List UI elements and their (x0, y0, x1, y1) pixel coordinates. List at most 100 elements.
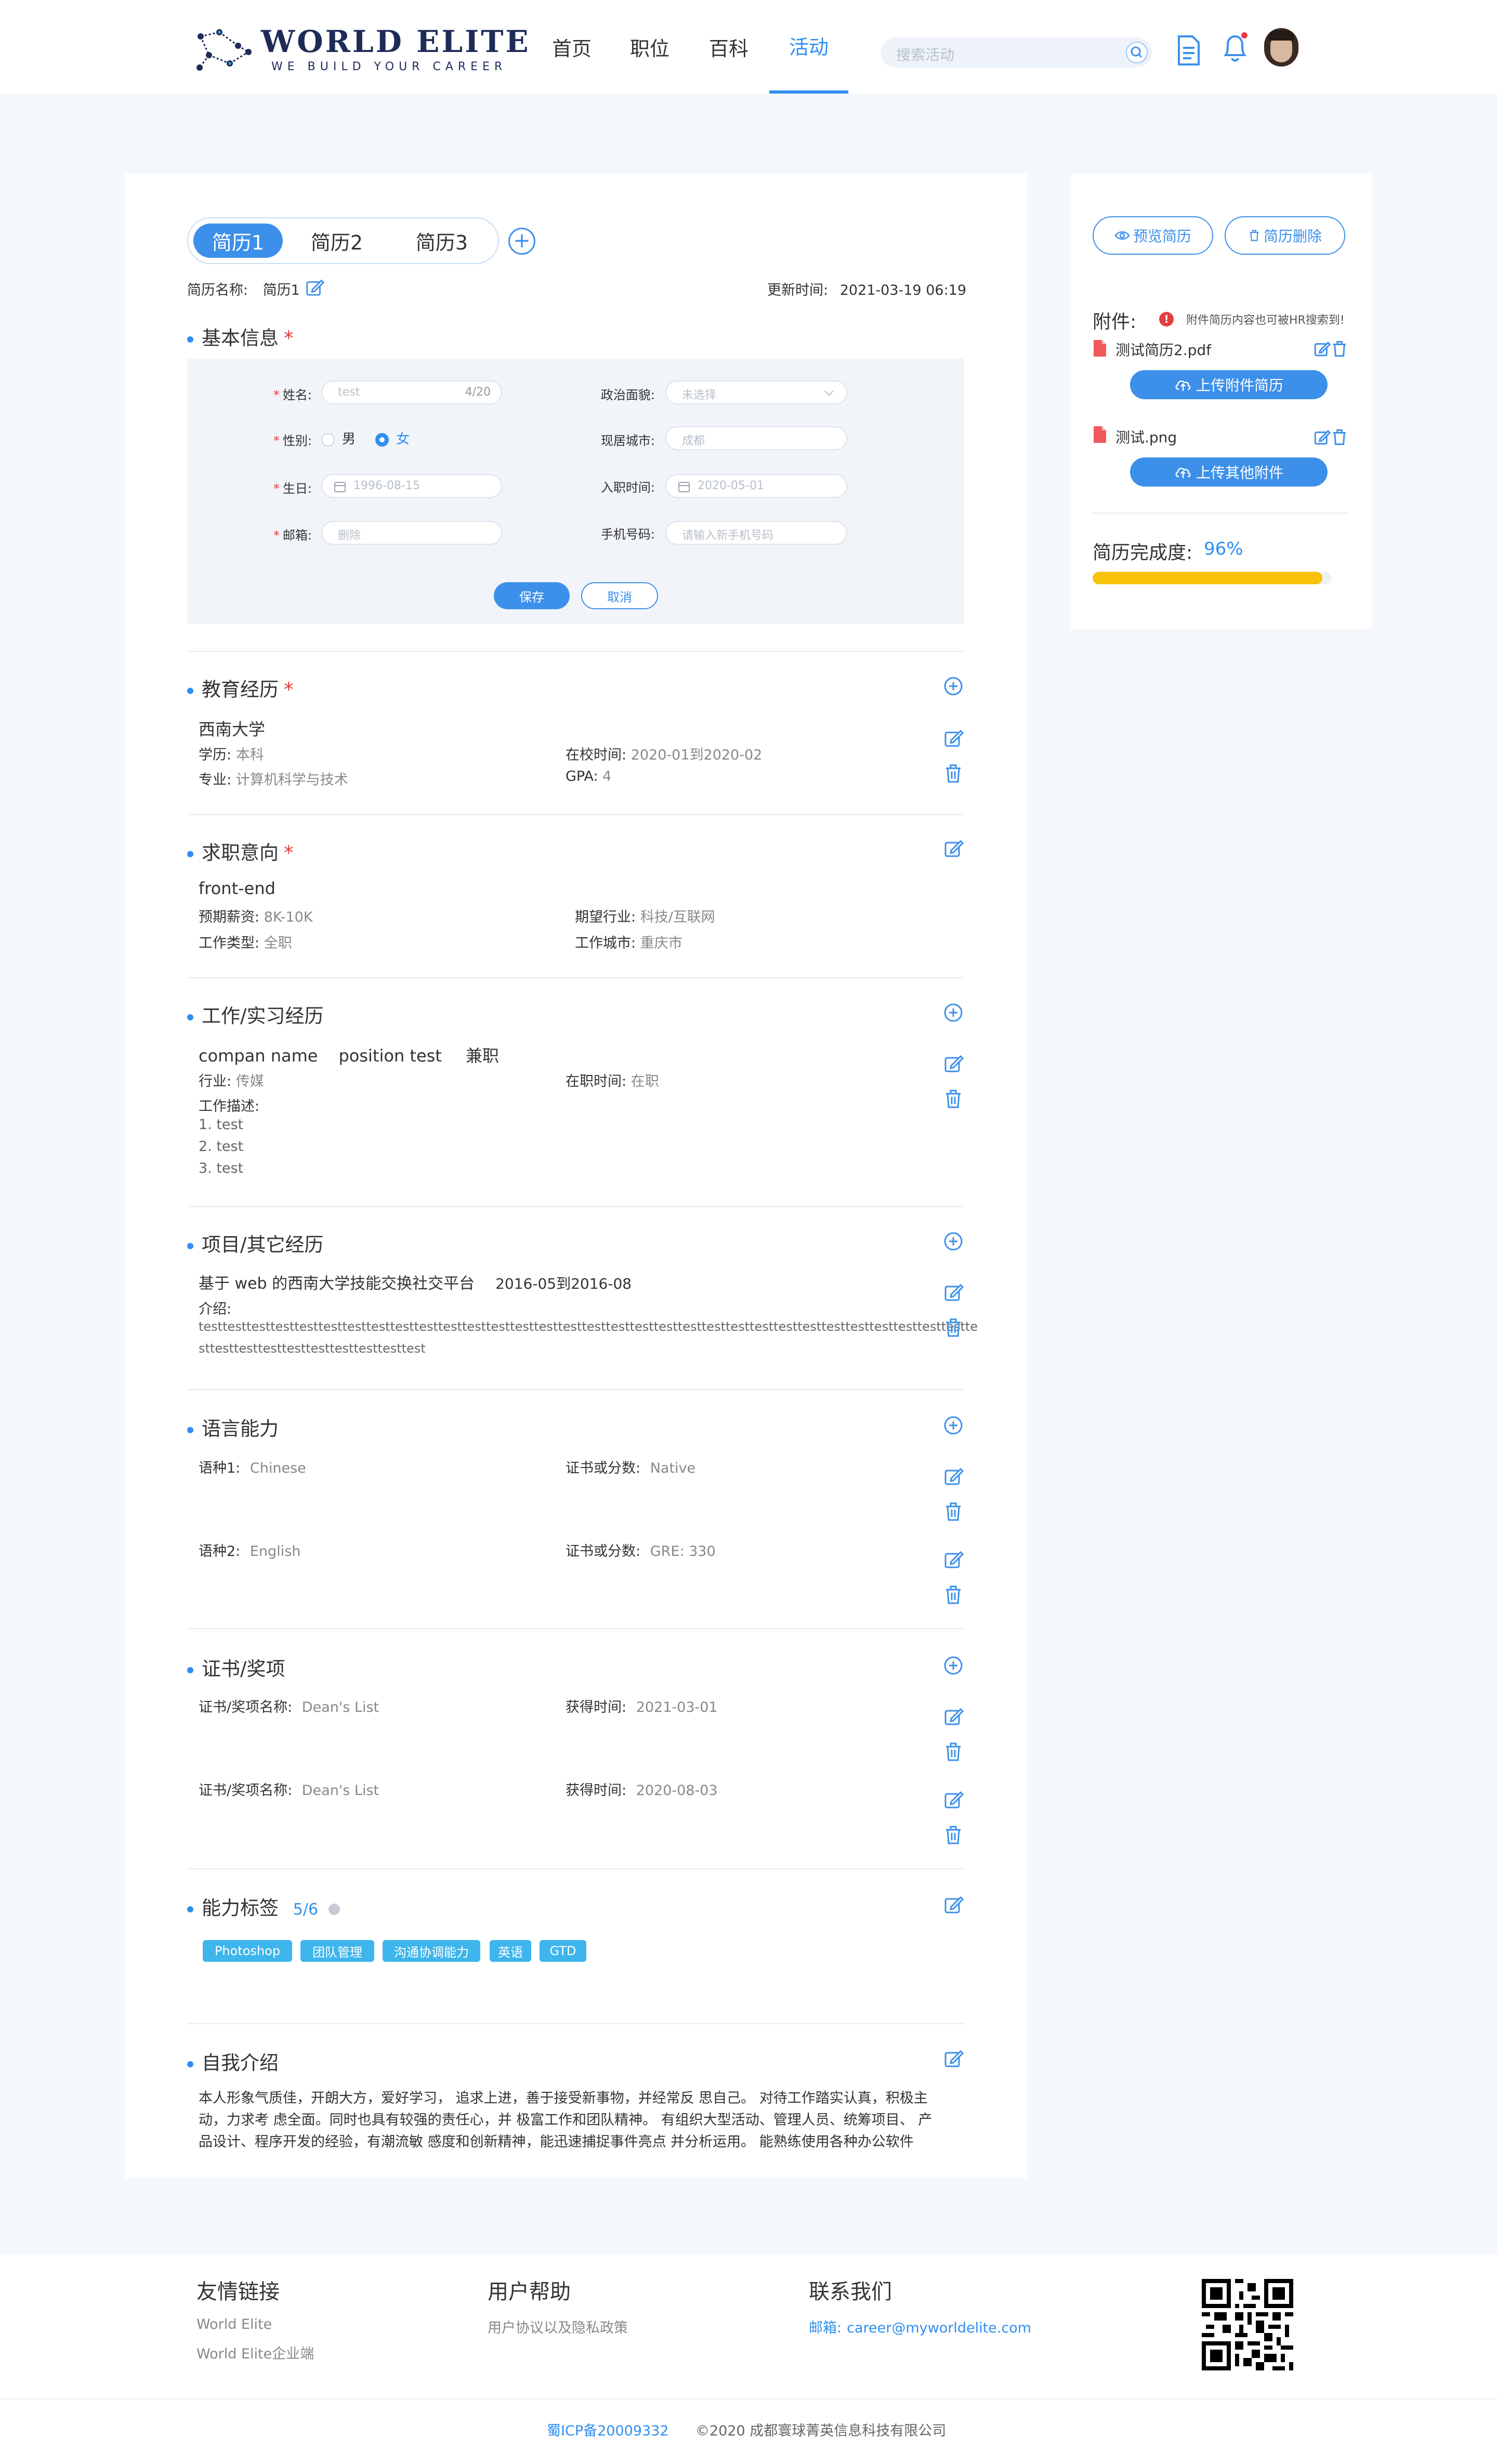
delete-certificate-icon[interactable] (943, 1825, 964, 1845)
qr-code (1202, 2279, 1293, 2370)
divider (187, 1389, 964, 1390)
nav-activities[interactable]: 活动 (769, 0, 848, 94)
divider (187, 1868, 964, 1869)
self-intro-text: 本人形象气质佳，开朗大方，爱好学习， 追求上进，善于接受新事物，并经常反 思自己… (199, 2088, 957, 2153)
attachment-file-name[interactable]: 测试.png (1115, 426, 1177, 447)
delete-attachment-icon[interactable] (1331, 428, 1348, 446)
birthday-input[interactable]: 1996-08-15 (321, 474, 502, 498)
city-input[interactable]: 成都 (665, 426, 847, 450)
add-education-icon[interactable] (943, 676, 964, 697)
birthday-label: * 生日: (273, 481, 312, 496)
add-work-icon[interactable] (943, 1002, 964, 1023)
logo-network-icon (196, 29, 252, 71)
cancel-button[interactable]: 取消 (581, 582, 658, 609)
skill-tags: Photoshop 团队管理 沟通协调能力 英语 GTD (203, 1940, 723, 1964)
info-icon[interactable] (328, 1903, 340, 1915)
user-help-title: 用户帮助 (488, 2280, 571, 2304)
footer-link[interactable]: World Elite企业端 (196, 2342, 314, 2363)
phone-input[interactable]: 请输入新手机号码 (665, 521, 847, 545)
email-input[interactable]: 删除 (321, 521, 502, 545)
logo-subtitle: WE BUILD YOUR CAREER (271, 60, 507, 73)
delete-language-icon[interactable] (943, 1584, 964, 1605)
basic-info-title: 基本信息 * (187, 322, 294, 350)
footer-link[interactable]: World Elite (196, 2316, 272, 2332)
edit-certificate-icon[interactable] (943, 1706, 964, 1727)
certificates-title: 证书/奖项 (187, 1653, 285, 1681)
delete-resume-button[interactable]: 简历删除 (1225, 216, 1345, 255)
chevron-down-icon (824, 390, 834, 396)
pdf-file-icon (1094, 340, 1106, 357)
edit-language-icon[interactable] (943, 1466, 964, 1487)
attachment-file-name[interactable]: 测试简历2.pdf (1115, 339, 1211, 360)
education-degree: 学历: 本科 (199, 747, 264, 763)
logo[interactable]: WORLD ELITE WE BUILD YOUR CAREER (193, 22, 529, 79)
nav-jobs[interactable]: 职位 (629, 0, 671, 94)
gender-male-label: 男 (342, 431, 356, 447)
privacy-policy-link[interactable]: 用户协议以及隐私政策 (488, 2316, 628, 2337)
attachments-notice: 附件简历内容也可被HR搜索到! (1186, 314, 1345, 327)
edit-name-icon[interactable] (305, 278, 324, 297)
basic-info-form: * 姓名: test 4/20 * 性别: 男 女 * 生日: 1996-08-15 *… (187, 359, 964, 624)
gender-male-radio[interactable] (321, 432, 335, 447)
document-icon[interactable] (1176, 34, 1202, 67)
upload-resume-button[interactable]: 上传附件简历 (1130, 370, 1328, 399)
tab-resume-2[interactable]: 简历2 (292, 224, 382, 258)
delete-attachment-icon[interactable] (1331, 340, 1348, 358)
add-language-icon[interactable] (943, 1415, 964, 1436)
edit-attachment-icon[interactable] (1313, 428, 1331, 446)
name-label: * 姓名: (273, 388, 312, 402)
certificate-time: 获得时间: 2020-08-03 (566, 1783, 718, 1799)
politics-select[interactable]: 未选择 (665, 381, 847, 404)
search-bar[interactable]: 搜索活动 (881, 37, 1152, 68)
divider (1093, 513, 1349, 514)
edit-education-icon[interactable] (943, 728, 964, 749)
search-icon (1131, 46, 1143, 58)
completion-label: 简历完成度: (1093, 542, 1193, 563)
bell-icon[interactable] (1220, 31, 1250, 64)
name-input[interactable]: test 4/20 (321, 381, 502, 404)
edit-work-icon[interactable] (943, 1053, 964, 1074)
preview-resume-button[interactable]: 预览简历 (1093, 216, 1213, 255)
entry-time-input[interactable]: 2020-05-01 (665, 474, 847, 498)
edit-intro-icon[interactable] (943, 2048, 964, 2069)
edit-skills-icon[interactable] (943, 1894, 964, 1915)
upload-other-button[interactable]: 上传其他附件 (1130, 457, 1328, 487)
cloud-upload-icon (1175, 380, 1191, 391)
project-title: 项目/其它经历 (187, 1229, 323, 1257)
nav-wiki[interactable]: 百科 (708, 0, 750, 94)
nav-home[interactable]: 首页 (551, 0, 593, 94)
icp-link[interactable]: 蜀ICP备20009332 (547, 2419, 669, 2440)
delete-certificate-icon[interactable] (943, 1741, 964, 1762)
delete-language-icon[interactable] (943, 1501, 964, 1522)
tab-resume-3[interactable]: 简历3 (397, 224, 487, 258)
skill-tag: 英语 (490, 1940, 531, 1962)
avatar[interactable] (1264, 28, 1298, 67)
work-industry: 行业: 传媒 (199, 1073, 264, 1090)
search-button[interactable] (1126, 42, 1148, 63)
contact-email-row[interactable]: 邮箱: career@myworldelite.com (809, 2316, 1031, 2337)
divider (187, 1628, 964, 1629)
add-certificate-icon[interactable] (943, 1655, 964, 1676)
gender-female-radio[interactable] (375, 432, 389, 447)
self-intro-line: 品设计、程序开发的经验，有潮流敏 感度和创新精神，能迅速捕捉事件亮点 并分析运用… (199, 2134, 914, 2150)
resume-sidebar: 预览简历 简历删除 附件: ! 附件简历内容也可被HR搜索到! 测试简历2.pd… (1071, 174, 1372, 629)
save-button[interactable]: 保存 (494, 582, 570, 609)
delete-work-icon[interactable] (943, 1089, 964, 1109)
edit-intention-icon[interactable] (943, 838, 964, 859)
edit-certificate-icon[interactable] (943, 1789, 964, 1810)
work-heading: compan name position test 兼职 (199, 1046, 499, 1066)
project-heading: 基于 web 的西南大学技能交换社交平台 2016-05到2016-08 (199, 1275, 632, 1293)
add-resume-icon[interactable]: + (508, 228, 535, 255)
edit-project-icon[interactable] (943, 1282, 964, 1303)
project-intro-line: sttesttesttesttesttesttesttesttesttest (199, 1341, 426, 1356)
delete-education-icon[interactable] (943, 763, 964, 784)
edit-attachment-icon[interactable] (1313, 340, 1331, 358)
search-input[interactable]: 搜索活动 (896, 44, 954, 64)
tab-resume-1[interactable]: 简历1 (193, 224, 283, 258)
divider (187, 1206, 964, 1207)
calendar-icon (334, 482, 346, 492)
add-project-icon[interactable] (943, 1231, 964, 1252)
footer: 友情链接 World Elite World Elite企业端 用户帮助 用户协… (0, 2255, 1497, 2464)
delete-project-icon[interactable] (943, 1317, 964, 1338)
edit-language-icon[interactable] (943, 1549, 964, 1570)
